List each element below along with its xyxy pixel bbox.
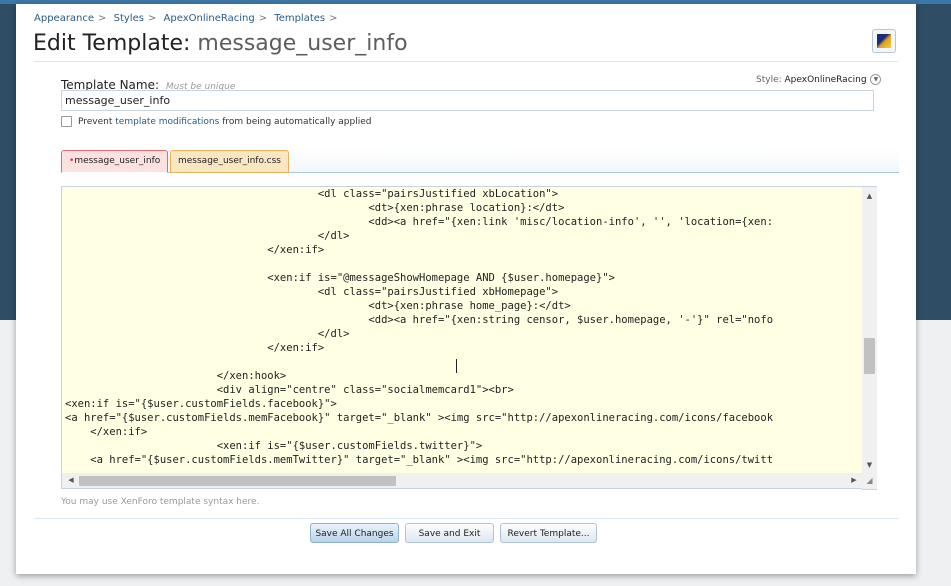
code-line[interactable] <box>65 257 773 271</box>
style-selector-label: Style: <box>756 75 782 85</box>
edit-template-dialog: Appearance > Styles > ApexOnlineRacing > Te… <box>16 4 916 574</box>
breadcrumb-separator: > <box>329 13 338 24</box>
editor-help-text: You may use XenForo template syntax here… <box>61 497 260 507</box>
tab-label: message_user_info <box>74 156 161 166</box>
code-line[interactable]: <div align="centre" class="socialmemcard… <box>65 383 773 397</box>
prevent-modifications-text: Prevent <box>78 117 113 127</box>
code-line[interactable]: <dt>{xen:phrase location}:</dt> <box>65 201 773 215</box>
prevent-modifications-row: Prevent template modifications from bein… <box>61 116 371 127</box>
breadcrumb-separator: > <box>98 13 107 24</box>
code-line[interactable]: </xen:hook> <box>65 369 773 383</box>
color-palette-icon <box>877 34 891 48</box>
revert-template-button[interactable]: Revert Template... <box>500 523 597 543</box>
tab-label: message_user_info.css <box>178 156 281 166</box>
horizontal-scroll-thumb[interactable] <box>79 476 396 486</box>
breadcrumb-templates[interactable]: Templates <box>274 13 325 24</box>
background-left <box>0 4 16 320</box>
tab-message-user-info[interactable]: •message_user_info <box>61 150 169 173</box>
resize-handle-icon[interactable]: ◢ <box>862 473 877 490</box>
page-title: Edit Template: message_user_info <box>33 31 408 56</box>
code-line[interactable]: <dd><a href="{xen:string censor, $user.h… <box>65 313 773 327</box>
code-line[interactable]: <a href="{$user.customFields.memFacebook… <box>65 411 773 425</box>
save-all-changes-button[interactable]: Save All Changes <box>310 523 399 543</box>
background-right <box>916 4 951 320</box>
page-title-template-name: message_user_info <box>197 31 408 56</box>
code-line[interactable]: <xen:if is="{$user.customFields.twitter}… <box>65 439 773 453</box>
breadcrumb: Appearance > Styles > ApexOnlineRacing > Te… <box>34 13 342 24</box>
template-tabs: •message_user_info message_user_info.css <box>61 148 899 173</box>
breadcrumb-appearance[interactable]: Appearance <box>34 13 94 24</box>
code-line[interactable]: <dl class="pairsJustified xbLocation"> <box>65 187 773 201</box>
code-line[interactable]: </xen:if> <box>65 425 773 439</box>
tab-message-user-info-css[interactable]: message_user_info.css <box>170 150 289 173</box>
code-line[interactable]: <xen:if is="{$user.customFields.facebook… <box>65 397 773 411</box>
code-line[interactable]: <xen:if is="@messageShowHomepage AND {$u… <box>65 271 773 285</box>
arrow-down-icon[interactable]: ▼ <box>862 458 877 472</box>
arrow-right-icon[interactable]: ▶ <box>847 473 861 488</box>
save-and-exit-button[interactable]: Save and Exit <box>405 523 494 543</box>
code-line[interactable]: </dl> <box>65 229 773 243</box>
code-line[interactable]: </xen:if> <box>65 341 773 355</box>
breadcrumb-separator: > <box>258 13 268 24</box>
code-line[interactable]: <a href="{$user.customFields.memTwitter}… <box>65 453 773 467</box>
style-selector-value: ApexOnlineRacing <box>784 75 867 85</box>
code-line[interactable]: <dd><a href="{xen:link 'misc/location-in… <box>65 215 773 229</box>
code-line[interactable]: <dt>{xen:phrase home_page}:</dt> <box>65 299 773 313</box>
template-modifications-link[interactable]: template modifications <box>115 117 219 127</box>
code-line[interactable]: </dl> <box>65 327 773 341</box>
text-caret <box>456 359 457 373</box>
prevent-modifications-suffix: from being automatically applied <box>222 117 372 127</box>
chevron-down-icon[interactable]: ▼ <box>870 74 882 85</box>
code-line[interactable] <box>65 355 773 369</box>
color-palette-button[interactable] <box>872 29 896 53</box>
divider <box>34 61 898 62</box>
arrow-up-icon[interactable]: ▲ <box>862 189 877 203</box>
page-title-prefix: Edit Template: <box>33 31 191 56</box>
breadcrumb-style-name[interactable]: ApexOnlineRacing <box>164 13 255 24</box>
code-content[interactable]: <dl class="pairsJustified xbLocation"> <… <box>65 187 773 467</box>
breadcrumb-separator: > <box>147 13 157 24</box>
vertical-scrollbar[interactable]: ▲ ▼ <box>862 186 877 474</box>
arrow-left-icon[interactable]: ◀ <box>64 473 78 488</box>
divider <box>34 518 898 519</box>
breadcrumb-styles[interactable]: Styles <box>114 13 144 24</box>
prevent-modifications-checkbox[interactable] <box>61 116 72 127</box>
template-name-input[interactable] <box>61 90 874 111</box>
code-line[interactable]: <dl class="pairsJustified xbHomepage"> <box>65 285 773 299</box>
code-line[interactable]: </xen:if> <box>65 243 773 257</box>
horizontal-scrollbar[interactable]: ◀ ▶ <box>61 473 863 489</box>
template-code-editor[interactable]: <dl class="pairsJustified xbLocation"> <… <box>61 186 863 474</box>
style-selector[interactable]: Style: ApexOnlineRacing ▼ <box>756 74 882 85</box>
vertical-scroll-thumb[interactable] <box>864 338 875 374</box>
